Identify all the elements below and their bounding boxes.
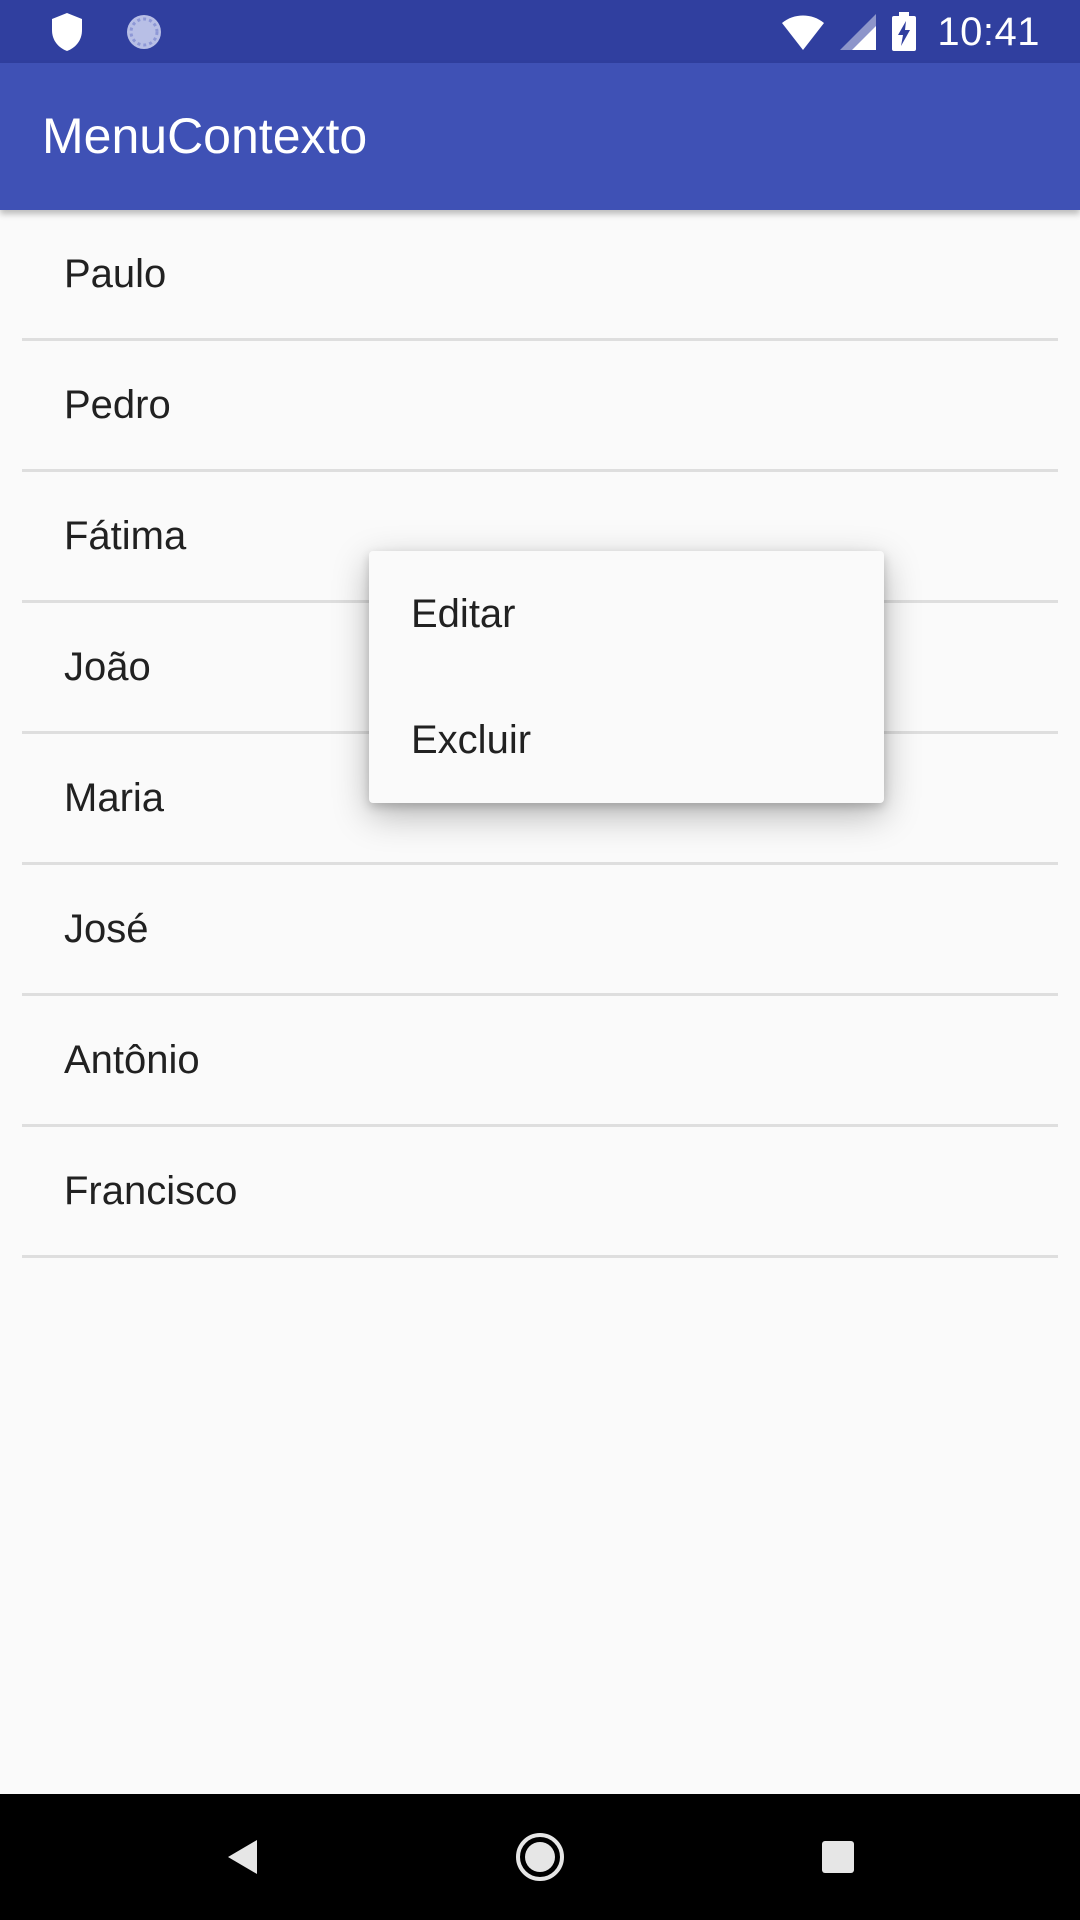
navigation-bar: [0, 1794, 1080, 1920]
list-item[interactable]: Paulo: [22, 210, 1058, 341]
list-item-label: Paulo: [64, 252, 167, 296]
status-bar: 10:41: [0, 0, 1080, 63]
list-item[interactable]: Pedro: [22, 341, 1058, 472]
menu-item-editar[interactable]: Editar: [369, 551, 884, 677]
list-item-label: José: [64, 907, 149, 951]
status-time: 10:41: [937, 9, 1040, 54]
sync-icon: [124, 12, 164, 52]
menu-item-label: Excluir: [411, 718, 532, 762]
wifi-icon: [781, 13, 825, 51]
menu-item-label: Editar: [411, 592, 516, 636]
list-item[interactable]: José: [22, 865, 1058, 996]
status-system: 10:41: [781, 10, 1040, 54]
status-notifications: [50, 12, 164, 52]
battery-charging-icon: [891, 12, 917, 52]
signal-icon: [839, 13, 877, 51]
app-bar: MenuContexto: [0, 63, 1080, 210]
list-item-label: Maria: [64, 776, 165, 820]
list-item-label: Fátima: [64, 514, 187, 558]
list-item-label: João: [64, 645, 151, 689]
list-item[interactable]: Antônio: [22, 996, 1058, 1127]
screen: 10:41 MenuContexto Paulo Pedro Fátima Jo…: [0, 0, 1080, 1920]
back-icon: [225, 1838, 259, 1876]
list-item[interactable]: Francisco: [22, 1127, 1058, 1258]
home-icon: [515, 1832, 565, 1882]
recents-icon: [821, 1840, 855, 1874]
menu-item-excluir[interactable]: Excluir: [369, 677, 884, 803]
recents-button[interactable]: [775, 1794, 901, 1920]
home-button[interactable]: [477, 1794, 603, 1920]
context-menu: Editar Excluir: [369, 551, 884, 803]
app-title: MenuContexto: [42, 108, 368, 164]
list-item-label: Antônio: [64, 1038, 200, 1082]
shield-icon: [50, 12, 84, 52]
list-item-label: Francisco: [64, 1169, 238, 1213]
back-button[interactable]: [179, 1794, 305, 1920]
list-item-label: Pedro: [64, 383, 171, 427]
